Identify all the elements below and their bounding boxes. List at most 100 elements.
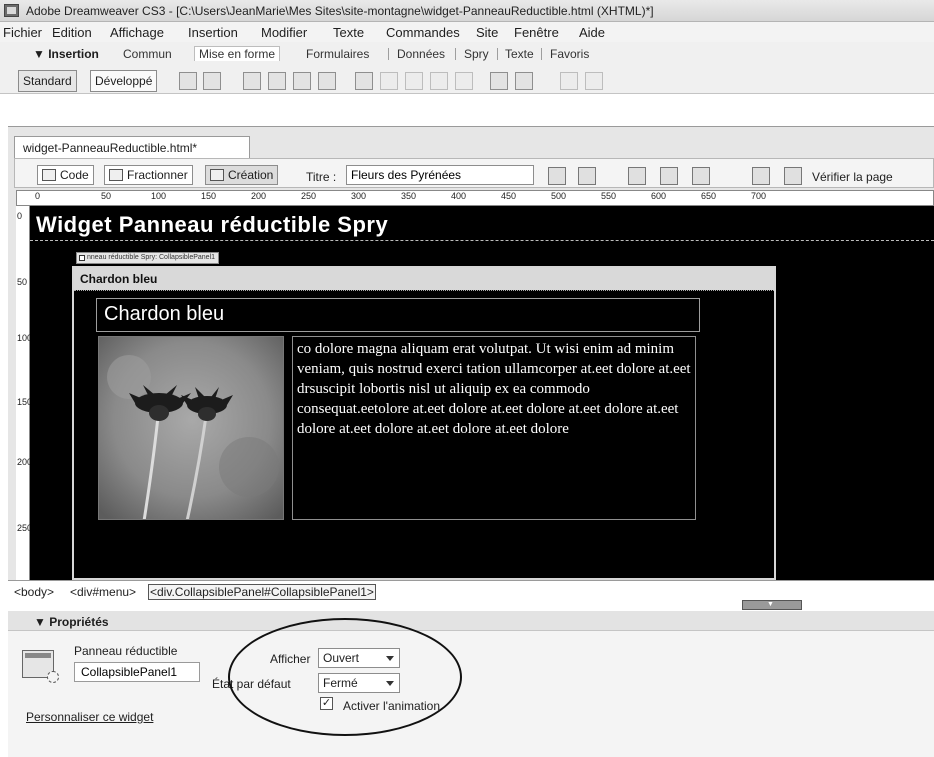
ruler-number: 350 [401, 191, 417, 201]
layout-cell-icon[interactable] [318, 72, 336, 90]
menu-edition[interactable]: Edition [52, 25, 92, 40]
window-title: Adobe Dreamweaver CS3 - [C:\Users\JeanMa… [26, 4, 654, 18]
tab-spry[interactable]: Spry [464, 47, 489, 61]
tab-donnees[interactable]: Données [397, 47, 445, 61]
menu-bar: Fichier Edition Affichage Insertion Modi… [0, 22, 934, 42]
menu-insertion[interactable]: Insertion [188, 25, 238, 40]
widget-type-label: Panneau réductible [74, 644, 178, 658]
ruler-number: 100 [151, 191, 167, 201]
page-title-input[interactable] [346, 165, 534, 185]
panel-divider [74, 290, 774, 291]
design-view-label: Création [228, 168, 274, 182]
collapsible-panel-tab[interactable] [74, 268, 774, 290]
insert-row-icon[interactable] [203, 72, 221, 90]
spry-checkbox-icon [79, 255, 85, 261]
spry-accordion-icon[interactable] [405, 72, 423, 90]
customize-widget-link[interactable]: Personnaliser ce widget [26, 710, 153, 724]
layout-table-icon[interactable] [293, 72, 311, 90]
tab-separator [541, 48, 542, 60]
ruler-number: 500 [551, 191, 567, 201]
insert-div-icon[interactable] [243, 72, 261, 90]
validate-markup-icon[interactable] [752, 167, 770, 185]
heading-divider [30, 240, 934, 241]
design-view-button[interactable]: Création [205, 165, 279, 185]
insert-bar-title[interactable]: ▼ Insertion [33, 47, 99, 61]
tab-texte[interactable]: Texte [505, 47, 534, 61]
check-page-icon[interactable] [784, 167, 802, 185]
ruler-number: 400 [451, 191, 467, 201]
menu-affichage[interactable]: Affichage [110, 25, 164, 40]
thistle-flower-image [99, 337, 283, 519]
ruler-number: 150 [201, 191, 217, 201]
tag-body[interactable]: <body> [14, 585, 54, 599]
tab-mise-en-forme[interactable]: Mise en forme [194, 46, 281, 61]
tab-separator [497, 48, 498, 60]
menu-fichier[interactable]: Fichier [3, 25, 42, 40]
table-icon[interactable] [179, 72, 197, 90]
tab-separator [388, 48, 389, 60]
list-ol-icon[interactable] [585, 72, 603, 90]
page-heading: Widget Panneau réductible Spry [36, 212, 389, 237]
properties-panel [8, 611, 934, 757]
code-view-button[interactable]: Code [37, 165, 94, 185]
preview-browser-icon[interactable] [578, 167, 596, 185]
collapse-arrow-icon: ▼ [767, 601, 774, 608]
tab-separator [455, 48, 456, 60]
menu-modifier[interactable]: Modifier [261, 25, 307, 40]
ruler-number: 50 [101, 191, 112, 201]
design-icon [210, 169, 224, 181]
spry-widget-tab[interactable]: nneau réductible Spry: CollapsiblePanel1 [76, 252, 220, 264]
panel-body-text: co dolore magna aliquam erat volutpat. U… [297, 341, 691, 437]
menu-aide[interactable]: Aide [579, 25, 605, 40]
layer-icon[interactable] [268, 72, 286, 90]
vertical-ruler-number: 0 [17, 211, 23, 221]
iframe-icon[interactable] [490, 72, 508, 90]
refresh-icon[interactable] [628, 167, 646, 185]
document-tab[interactable]: widget-PanneauReductible.html* [14, 136, 250, 158]
ruler-number: 0 [35, 191, 41, 201]
highlight-ellipse [228, 618, 462, 736]
content-title: Chardon bleu [104, 303, 225, 325]
menu-commandes[interactable]: Commandes [386, 25, 460, 40]
spry-collapsible-icon[interactable] [430, 72, 448, 90]
spry-menu-icon[interactable] [355, 72, 373, 90]
split-icon [109, 169, 123, 181]
dreamweaver-app-icon [4, 4, 19, 17]
frames-dropdown-icon[interactable] [515, 72, 533, 90]
tab-formulaires[interactable]: Formulaires [306, 47, 369, 61]
list-ul-icon[interactable] [560, 72, 578, 90]
collapsible-panel-icon [22, 650, 59, 683]
check-page-label[interactable]: Vérifier la page [812, 170, 893, 184]
spry-widget-label: nneau réductible Spry: CollapsiblePanel1 [87, 254, 216, 261]
menu-site[interactable]: Site [476, 25, 498, 40]
split-view-label: Fractionner [127, 168, 188, 182]
properties-header[interactable] [8, 611, 934, 631]
tag-div-menu[interactable]: <div#menu> [70, 585, 136, 599]
file-management-icon[interactable] [548, 167, 566, 185]
ruler-number: 600 [651, 191, 667, 201]
menu-texte[interactable]: Texte [333, 25, 364, 40]
tab-commun[interactable]: Commun [123, 47, 172, 61]
ruler-number: 200 [251, 191, 267, 201]
thistle-photo[interactable] [98, 336, 284, 520]
page-title-label: Titre : [306, 170, 337, 184]
expanded-mode-button[interactable]: Développé [90, 70, 158, 92]
panel-collapse-grip[interactable]: ▼ [742, 600, 802, 610]
ruler-number: 250 [301, 191, 317, 201]
tag-selector-bar [8, 580, 934, 600]
split-view-button[interactable]: Fractionner [104, 165, 193, 185]
ruler-number: 650 [701, 191, 717, 201]
tab-favoris[interactable]: Favoris [550, 47, 589, 61]
widget-id-input[interactable] [74, 662, 200, 682]
standard-mode-button[interactable]: Standard [18, 70, 77, 92]
code-icon [42, 169, 56, 181]
menu-fenetre[interactable]: Fenêtre [514, 25, 559, 40]
frame-icon[interactable] [455, 72, 473, 90]
visual-aids-icon[interactable] [692, 167, 710, 185]
spry-tabbed-icon[interactable] [380, 72, 398, 90]
view-options-icon[interactable] [660, 167, 678, 185]
panel-tab-label: Chardon bleu [80, 272, 158, 286]
ruler-number: 300 [351, 191, 367, 201]
properties-title[interactable]: ▼ Propriétés [34, 615, 109, 629]
tag-div-collapsible-panel[interactable]: <div.CollapsiblePanel#CollapsiblePanel1> [148, 584, 376, 600]
